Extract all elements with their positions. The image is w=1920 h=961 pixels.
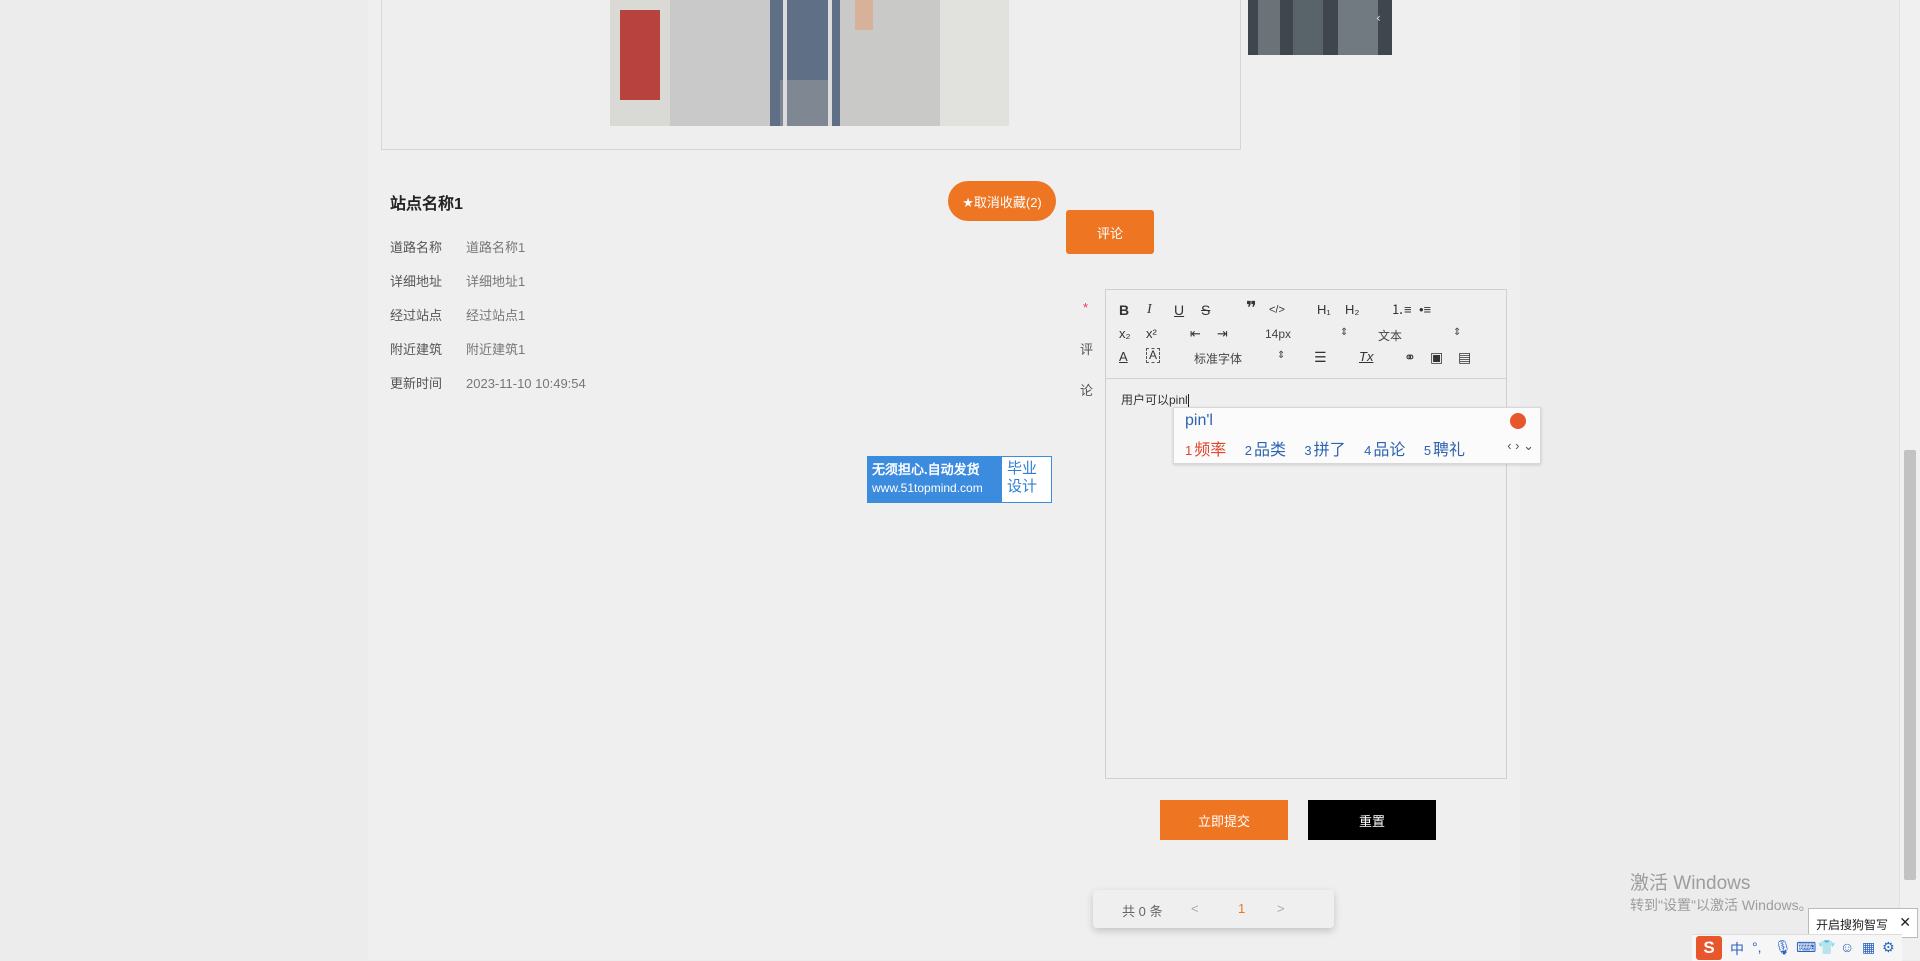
superscript-icon[interactable]: x² xyxy=(1146,325,1157,343)
windows-activation-subtitle: 转到"设置"以激活 Windows。 xyxy=(1630,897,1813,913)
rich-text-editor[interactable]: B I U S ❞ </> H₁ H₂ ⒈≡ •≡ x₂ x² ⇤ ⇥ 14px… xyxy=(1105,289,1507,779)
heading2-icon[interactable]: H₂ xyxy=(1345,301,1359,319)
scrollbar-thumb[interactable] xyxy=(1904,450,1916,880)
svg-text:‹: ‹ xyxy=(1376,11,1381,25)
editor-toolbar: B I U S ❞ </> H₁ H₂ ⒈≡ •≡ x₂ x² ⇤ ⇥ 14px… xyxy=(1106,290,1506,379)
blockquote-icon[interactable]: ❞ xyxy=(1246,299,1257,317)
microphone-icon[interactable]: 🎙 xyxy=(1774,939,1792,956)
info-row-nearby-buildings: 附近建筑 附近建筑1 xyxy=(390,339,525,358)
ime-candidate[interactable]: 5 聘礼 xyxy=(1424,436,1465,460)
font-size-select[interactable]: 14px ⇕ xyxy=(1265,327,1350,341)
font-size-value: 14px xyxy=(1265,327,1292,341)
reset-button[interactable]: 重置 xyxy=(1308,800,1436,840)
next-page-button[interactable]: > xyxy=(1277,901,1285,916)
font-family-value: 标准字体 xyxy=(1194,352,1243,366)
ime-candidate[interactable]: 3 拼了 xyxy=(1304,436,1345,460)
paragraph-select[interactable]: 文本 ⇕ xyxy=(1378,327,1463,344)
info-value: 道路名称1 xyxy=(466,240,526,255)
indent-icon[interactable]: ⇥ xyxy=(1217,325,1228,343)
comment-label-bottom: 论 xyxy=(1080,383,1094,398)
skin-icon[interactable]: 👕 xyxy=(1818,939,1835,956)
editor-text: 用户可以pinl xyxy=(1121,393,1188,407)
link-icon[interactable]: ⚭ xyxy=(1404,348,1416,366)
ad-label-2: 设计 xyxy=(1007,478,1038,495)
info-value: 详细地址1 xyxy=(466,274,526,289)
info-label: 道路名称 xyxy=(390,240,443,255)
outdent-icon[interactable]: ⇤ xyxy=(1190,325,1201,343)
pagination: 共 0 条 < 1 > xyxy=(1093,890,1334,928)
ordered-list-icon[interactable]: ⒈≡ xyxy=(1391,301,1412,319)
station-photo-main xyxy=(610,0,1009,126)
ime-candidate[interactable]: 2 品类 xyxy=(1245,436,1286,460)
windows-activation-title: 激活 Windows xyxy=(1630,873,1751,894)
ad-slogan: 无须担心.自动发货 xyxy=(872,462,980,477)
settings-icon[interactable]: ⚙ xyxy=(1882,939,1895,956)
info-row-updated-time: 更新时间 2023-11-10 10:49:54 xyxy=(390,373,586,392)
video-icon[interactable]: ▤ xyxy=(1458,348,1471,366)
page-number[interactable]: 1 xyxy=(1238,901,1245,916)
underline-icon[interactable]: U xyxy=(1174,301,1184,319)
comment-label-top: 评 xyxy=(1080,342,1094,357)
station-photo-thumb[interactable]: ‹ xyxy=(1248,0,1392,55)
text-caret xyxy=(1187,394,1189,408)
sogou-tip-text: 开启搜狗智写 xyxy=(1816,918,1889,932)
clear-format-icon[interactable]: Tx xyxy=(1359,348,1373,366)
toolbox-icon[interactable]: ▦ xyxy=(1862,939,1875,956)
ad-right-panel: 毕业 设计 xyxy=(1002,457,1051,502)
align-icon[interactable]: ☰ xyxy=(1314,348,1327,366)
subscript-icon[interactable]: x₂ xyxy=(1119,325,1131,343)
italic-icon[interactable]: I xyxy=(1147,301,1152,319)
select-arrows-icon: ⇕ xyxy=(1340,327,1349,338)
ad-left-panel: 无须担心.自动发货 www.51topmind.com xyxy=(868,457,1002,502)
editor-content[interactable]: 用户可以pinl xyxy=(1121,391,1189,408)
info-label: 更新时间 xyxy=(390,376,443,391)
ime-candidate[interactable]: 1 频率 xyxy=(1185,436,1226,460)
background-color-icon[interactable]: A xyxy=(1146,348,1160,363)
punctuation-icon[interactable]: °, xyxy=(1752,939,1762,955)
ad-label-1: 毕业 xyxy=(1007,460,1038,477)
ime-toolbar: S 中 °, 🎙 ⌨ 👕 ☺ ▦ ⚙ xyxy=(1692,934,1902,961)
ime-candidate-list: 1 频率 2 品类 3 拼了 4 品论 5 聘礼 xyxy=(1185,436,1479,460)
info-row-passing-stations: 经过站点 经过站点1 xyxy=(390,305,525,324)
paragraph-value: 文本 xyxy=(1378,329,1403,343)
bullet-list-icon[interactable]: •≡ xyxy=(1419,301,1431,319)
prev-page-button[interactable]: < xyxy=(1191,901,1199,916)
submit-button[interactable]: 立即提交 xyxy=(1160,800,1288,840)
keyboard-icon[interactable]: ⌨ xyxy=(1796,939,1816,956)
strikethrough-icon[interactable]: S xyxy=(1201,301,1210,319)
sogou-logo-icon xyxy=(1510,413,1526,429)
select-arrows-icon: ⇕ xyxy=(1277,350,1286,361)
sogou-s-icon[interactable]: S xyxy=(1696,936,1722,960)
required-mark: * xyxy=(1083,300,1089,315)
ime-candidate[interactable]: 4 品论 xyxy=(1364,436,1405,460)
info-row-road: 道路名称 道路名称1 xyxy=(390,237,525,256)
info-value: 附近建筑1 xyxy=(466,342,526,357)
ime-candidate-window: pin'l 1 频率 2 品类 3 拼了 4 品论 5 聘礼 ‹ › ⌄ xyxy=(1173,407,1541,464)
select-arrows-icon: ⇕ xyxy=(1453,327,1462,338)
code-icon[interactable]: </> xyxy=(1269,301,1285,319)
pagination-total: 共 0 条 xyxy=(1122,904,1163,919)
ad-url: www.51topmind.com xyxy=(872,481,983,495)
ime-mode-indicator[interactable]: 中 xyxy=(1730,939,1744,959)
font-family-select[interactable]: 标准字体 ⇕ xyxy=(1194,350,1289,367)
bold-icon[interactable]: B xyxy=(1119,301,1129,319)
info-value: 2023-11-10 10:49:54 xyxy=(466,376,586,391)
page-scrollbar[interactable] xyxy=(1899,0,1920,960)
comment-button[interactable]: 评论 xyxy=(1066,210,1154,254)
info-value: 经过站点1 xyxy=(466,308,526,323)
info-label: 附近建筑 xyxy=(390,342,443,357)
close-icon[interactable]: ✕ xyxy=(1899,914,1911,931)
unfavorite-button[interactable]: ★取消收藏(2) xyxy=(948,181,1056,221)
info-row-address: 详细地址 详细地址1 xyxy=(390,271,525,290)
station-title: 站点名称1 xyxy=(390,196,463,213)
emoji-icon[interactable]: ☺ xyxy=(1840,939,1854,955)
ime-composition: pin'l xyxy=(1185,412,1213,429)
info-label: 经过站点 xyxy=(390,308,443,323)
info-label: 详细地址 xyxy=(390,274,443,289)
ime-page-nav-icon[interactable]: ‹ › ⌄ xyxy=(1507,438,1534,454)
watermark-ad[interactable]: 无须担心.自动发货 www.51topmind.com 毕业 设计 xyxy=(867,456,1052,503)
heading1-icon[interactable]: H₁ xyxy=(1317,301,1331,319)
font-color-icon[interactable]: A xyxy=(1119,348,1128,366)
image-icon[interactable]: ▣ xyxy=(1430,348,1443,366)
